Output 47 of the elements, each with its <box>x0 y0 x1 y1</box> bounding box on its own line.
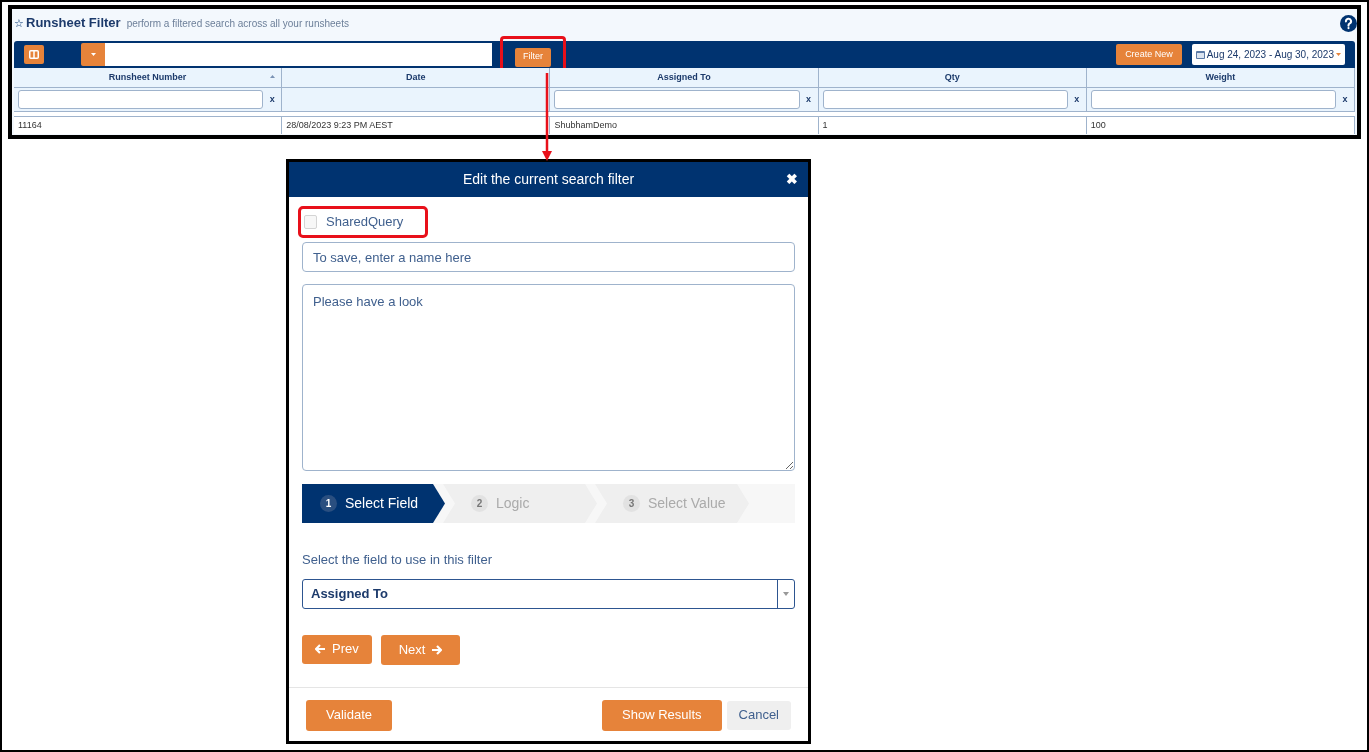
column-filter-field[interactable] <box>822 90 1068 109</box>
columns-button[interactable] <box>24 45 44 64</box>
wizard-step[interactable]: 3 Select Value <box>595 484 749 523</box>
table-cell: ShubhamDemo <box>550 116 819 134</box>
step-number: 2 <box>471 495 488 512</box>
column-filter-field[interactable] <box>1090 90 1336 109</box>
calendar-icon <box>1195 50 1205 59</box>
table-cell: 1 <box>818 116 1087 134</box>
page-subtitle: perform a filtered search across all your runsheets <box>126 16 349 31</box>
field-select[interactable]: Assigned To <box>302 578 795 609</box>
wizard-step[interactable]: 2 Logic <box>443 484 597 523</box>
close-button[interactable]: ✖ <box>786 169 798 190</box>
step-number: 1 <box>320 495 337 512</box>
star-icon[interactable]: ☆ <box>14 14 24 32</box>
column-filter-field[interactable] <box>554 90 800 109</box>
column-header[interactable]: Qty <box>818 68 1087 88</box>
clear-button[interactable]: x <box>803 92 814 107</box>
date-range-picker[interactable]: Aug 24, 2023 - Aug 30, 2023 <box>1191 44 1345 65</box>
column-header[interactable]: Date <box>282 68 551 88</box>
wizard-step[interactable]: 1 Select Field <box>302 484 445 523</box>
notes-field[interactable]: Please have a look <box>302 284 795 471</box>
column-filter-field[interactable] <box>18 90 264 109</box>
caret-icon <box>783 591 789 596</box>
table-cell: 11164 <box>14 116 283 134</box>
name-field[interactable]: To save, enter a name here <box>302 242 795 272</box>
checkbox[interactable] <box>304 215 317 229</box>
clear-button[interactable]: x <box>1071 92 1082 107</box>
table-cell: 28/08/2023 9:23 PM AEST <box>282 116 551 134</box>
column-header[interactable]: Weight <box>1086 68 1355 88</box>
columns-icon <box>29 50 39 59</box>
cancel-button[interactable]: Cancel <box>726 700 791 730</box>
table-cell: 100 <box>1086 116 1355 134</box>
field-label: Select the field to use in this filter <box>302 551 494 569</box>
sort-icon <box>270 75 276 78</box>
column-header[interactable]: Runsheet Number <box>14 68 283 88</box>
clear-button[interactable]: x <box>267 92 278 107</box>
page-title: Runsheet Filter <box>26 14 121 33</box>
arrow-right-icon <box>431 644 443 655</box>
caret-icon <box>1336 53 1341 56</box>
step-number: 3 <box>623 495 640 512</box>
clear-button[interactable]: x <box>1340 92 1350 107</box>
dialog-title: Edit the current search filter <box>462 170 635 189</box>
arrow-left-icon <box>315 644 326 654</box>
column-header[interactable]: Assigned To <box>550 68 819 88</box>
caret-icon <box>90 53 96 56</box>
checkbox-label: SharedQuery <box>326 213 404 232</box>
help-icon[interactable] <box>1340 15 1357 32</box>
